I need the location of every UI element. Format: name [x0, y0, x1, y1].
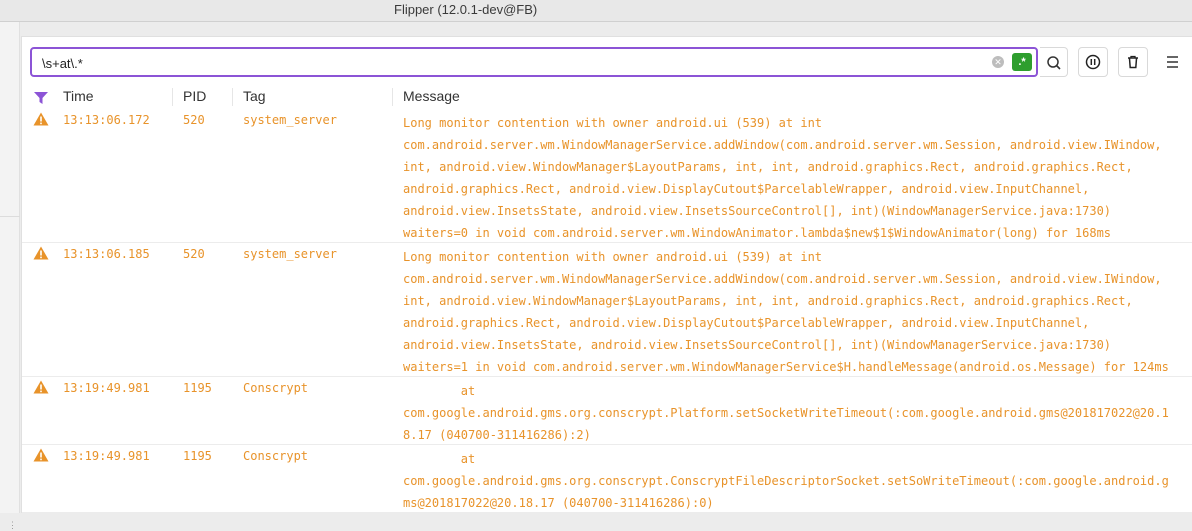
column-header-message[interactable]: Message [403, 88, 460, 104]
sidebar-divider [0, 216, 20, 217]
logs-panel: ✕ .* [21, 36, 1192, 513]
column-divider[interactable] [392, 88, 393, 106]
column-divider[interactable] [172, 88, 173, 106]
table-header: Time PID Tag Message [22, 85, 1192, 109]
search-icon [1047, 56, 1061, 70]
column-header-time[interactable]: Time [63, 88, 94, 104]
window-title: Flipper (12.0.1-dev@FB) [394, 2, 538, 17]
column-divider[interactable] [232, 88, 233, 106]
more-options-button[interactable] [1160, 51, 1184, 73]
regex-toggle-button[interactable]: .* [1012, 53, 1032, 71]
clear-logs-button[interactable] [1118, 47, 1148, 77]
log-pid: 520 [183, 113, 205, 127]
column-header-tag[interactable]: Tag [243, 88, 266, 104]
filter-icon[interactable] [34, 92, 48, 104]
log-pid: 1195 [183, 381, 212, 395]
window-titlebar: Flipper (12.0.1-dev@FB) [0, 0, 1192, 22]
log-time: 13:19:49.981 [63, 449, 150, 463]
pause-button[interactable] [1078, 47, 1108, 77]
log-message: Long monitor contention with owner andro… [403, 116, 1162, 240]
warning-icon [33, 112, 49, 126]
log-message: at com.google.android.gms.org.conscrypt.… [403, 384, 1169, 442]
search-button[interactable] [1040, 47, 1068, 77]
warning-icon [33, 246, 49, 260]
clear-search-icon[interactable]: ✕ [992, 56, 1004, 68]
log-message: Long monitor contention with owner andro… [403, 250, 1169, 374]
log-row[interactable]: 13:13:06.185 520 system_server Long moni… [22, 243, 1192, 377]
pause-icon [1085, 54, 1101, 70]
trash-icon [1128, 55, 1138, 69]
log-tag: Conscrypt [243, 381, 309, 395]
log-row[interactable]: 13:13:06.172 520 system_server Long moni… [22, 109, 1192, 243]
log-table-body: 13:13:06.172 520 system_server Long moni… [22, 109, 1192, 513]
log-tag: system_server [243, 247, 337, 261]
resize-handle[interactable]: ⋮ [8, 520, 17, 531]
log-time: 13:13:06.172 [63, 113, 150, 127]
log-time: 13:19:49.981 [63, 381, 150, 395]
log-tag: Conscrypt [243, 449, 309, 463]
warning-icon [33, 448, 49, 462]
warning-icon [33, 380, 49, 394]
logs-toolbar: ✕ .* [22, 37, 1192, 85]
log-time: 13:13:06.185 [63, 247, 150, 261]
log-tag: system_server [243, 113, 337, 127]
column-header-pid[interactable]: PID [183, 88, 206, 104]
left-sidebar-edge: ⋮ [0, 22, 20, 530]
search-input[interactable] [42, 53, 942, 73]
menu-icon [1167, 56, 1178, 68]
log-pid: 1195 [183, 449, 212, 463]
log-message: at com.google.android.gms.org.conscrypt.… [403, 452, 1169, 510]
log-row[interactable]: 13:19:49.981 1195 Conscrypt at com.googl… [22, 377, 1192, 445]
log-row[interactable]: 13:19:49.981 1195 Conscrypt at com.googl… [22, 445, 1192, 513]
search-box[interactable]: ✕ .* [30, 47, 1038, 77]
log-pid: 520 [183, 247, 205, 261]
